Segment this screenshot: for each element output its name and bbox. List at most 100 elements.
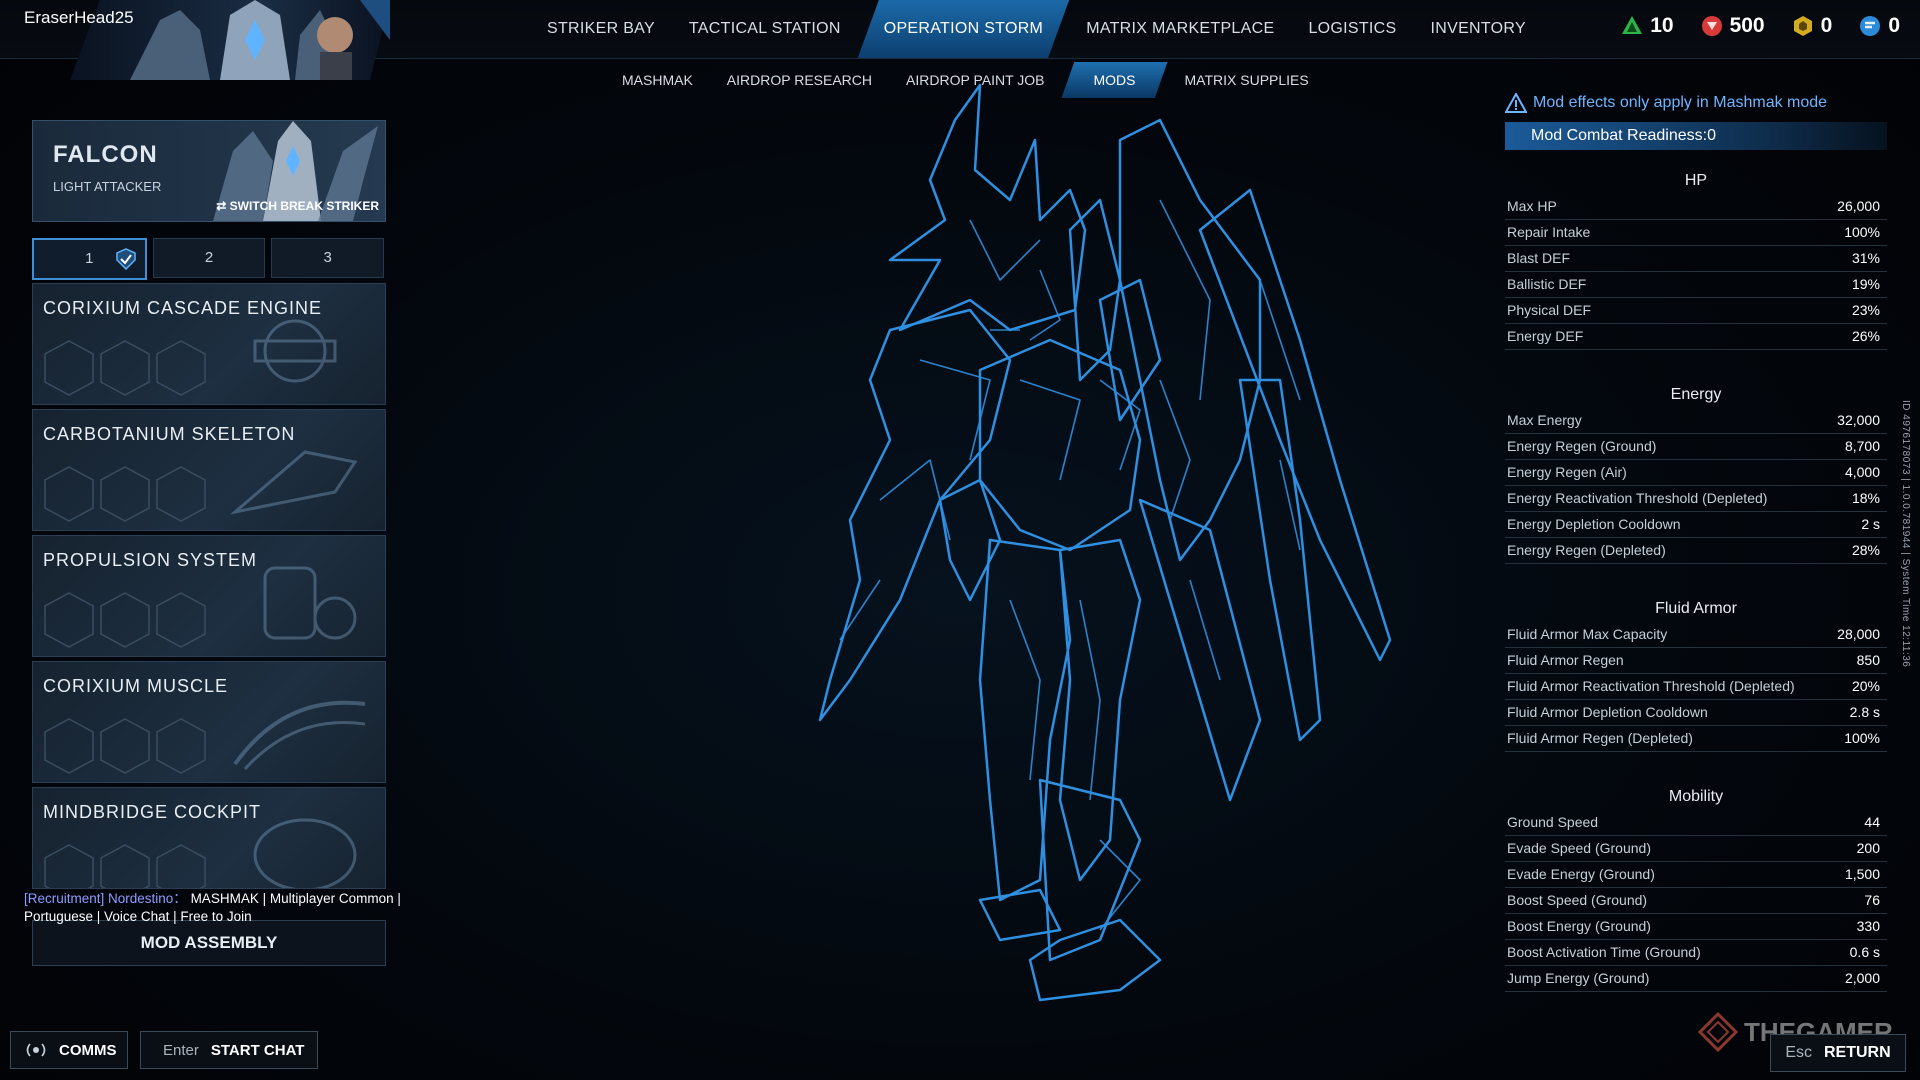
engine-part-icon <box>253 319 337 383</box>
empty-socket-icon[interactable] <box>99 591 151 649</box>
empty-socket-icon[interactable] <box>43 843 95 889</box>
stat-name: Ballistic DEF <box>1507 276 1587 292</box>
stat-name: Fluid Armor Regen (Depleted) <box>1507 730 1693 746</box>
chat-message-line1: MASHMAK | Multiplayer Common | <box>186 891 401 906</box>
stat-name: Fluid Armor Reactivation Threshold (Depl… <box>1507 678 1795 694</box>
empty-socket-icon[interactable] <box>155 591 207 649</box>
switch-arrows-icon: ⇄ <box>216 199 230 213</box>
broadcast-icon <box>26 1043 46 1057</box>
empty-socket-icon[interactable] <box>99 465 151 523</box>
stat-row: Energy Regen (Air) 4,000 <box>1505 460 1887 486</box>
stat-row: Jump Energy (Ground) 2,000 <box>1505 966 1887 992</box>
empty-socket-icon[interactable] <box>99 843 151 889</box>
stat-name: Fluid Armor Max Capacity <box>1507 626 1668 642</box>
stat-value: 2,000 <box>1844 970 1880 986</box>
empty-socket-icon[interactable] <box>155 339 207 397</box>
check-shield-icon <box>115 248 136 270</box>
stat-name: Jump Energy (Ground) <box>1507 970 1650 986</box>
stat-name: Fluid Armor Regen <box>1507 652 1624 668</box>
loadout-tab-label: 2 <box>204 249 214 266</box>
empty-socket-icon[interactable] <box>155 717 207 775</box>
empty-socket-icon[interactable] <box>99 339 151 397</box>
currency-gold-value: 0 <box>1820 14 1833 37</box>
stat-value: 32,000 <box>1837 412 1880 428</box>
stats-fluid-armor: Fluid Armor Fluid Armor Max Capacity 28,0… <box>1505 596 1887 752</box>
loadout-tab-3[interactable]: 3 <box>271 238 385 278</box>
stat-name: Boost Speed (Ground) <box>1507 892 1648 908</box>
tab-tactical-station[interactable]: TACTICAL STATION <box>672 0 858 58</box>
stat-row: Ballistic DEF 19% <box>1505 272 1887 298</box>
tab-matrix-marketplace[interactable]: MATRIX MARKETPLACE <box>1069 0 1291 58</box>
stat-value: 19% <box>1851 276 1880 292</box>
stat-row: Max HP 26,000 <box>1505 194 1887 220</box>
currency-gold[interactable]: 0 <box>1791 14 1833 38</box>
stat-row: Repair Intake 100% <box>1505 220 1887 246</box>
return-button[interactable]: Esc RETURN <box>1770 1034 1906 1072</box>
stat-name: Energy Reactivation Threshold (Depleted) <box>1507 490 1768 506</box>
stat-row: Energy DEF 26% <box>1505 324 1887 350</box>
mod-slot-propulsion[interactable]: PROPULSION SYSTEM <box>32 535 386 657</box>
currency-blue[interactable]: 0 <box>1858 14 1900 38</box>
tab-operation-storm[interactable]: OPERATION STORM <box>857 0 1070 58</box>
stat-name: Physical DEF <box>1507 302 1592 318</box>
stat-value: 1,500 <box>1844 866 1880 882</box>
mod-slot-muscle[interactable]: CORIXIUM MUSCLE <box>32 661 386 783</box>
currency-green-value: 10 <box>1650 14 1674 37</box>
mech-wireframe-model[interactable] <box>740 80 1400 1020</box>
red-emblem-icon <box>1701 16 1722 36</box>
loadout-tab-label: 1 <box>85 250 94 267</box>
stat-name: Boost Activation Time (Ground) <box>1507 944 1701 960</box>
empty-socket-icon[interactable] <box>43 339 95 397</box>
blue-token-icon <box>1860 16 1881 36</box>
empty-socket-icon[interactable] <box>155 465 207 523</box>
currency-green[interactable]: 10 <box>1620 14 1674 38</box>
stat-row: Fluid Armor Regen (Depleted) 100% <box>1505 726 1887 752</box>
stat-value: 44 <box>1864 814 1880 830</box>
muscle-part-icon <box>233 700 366 771</box>
stat-value: 100% <box>1844 730 1880 746</box>
stat-name: Max Energy <box>1507 412 1582 428</box>
subtab-mashmak[interactable]: MASHMAK <box>605 62 710 98</box>
chat-message-line2: Portuguese | Voice Chat | Free to Join <box>24 909 252 924</box>
green-crystal-icon <box>1622 16 1643 34</box>
stat-row: Evade Energy (Ground) 1,500 <box>1505 862 1887 888</box>
mod-slot-skeleton[interactable]: CARBOTANIUM SKELETON <box>32 409 386 531</box>
chat-message-sender[interactable]: [Recruitment] Nordestino： <box>24 891 187 906</box>
stat-value: 2.8 s <box>1849 704 1880 720</box>
stat-value: 4,000 <box>1844 464 1880 480</box>
loadout-tab-2[interactable]: 2 <box>152 238 266 278</box>
stat-row: Fluid Armor Depletion Cooldown 2.8 s <box>1505 700 1887 726</box>
mod-slot-cascade-engine[interactable]: CORIXIUM CASCADE ENGINE <box>32 283 386 405</box>
currency-red[interactable]: 500 <box>1700 14 1765 38</box>
mod-slot-cockpit[interactable]: MINDBRIDGE COCKPIT <box>32 787 386 889</box>
mech-outline <box>818 83 1392 1002</box>
stat-row: Energy Reactivation Threshold (Depleted)… <box>1505 486 1887 512</box>
striker-card[interactable]: FALCON LIGHT ATTACKER ⇄ SWITCH BREAK STR… <box>32 120 386 222</box>
empty-socket-icon[interactable] <box>43 465 95 523</box>
empty-socket-icon[interactable] <box>43 591 95 649</box>
thruster-part-icon <box>263 566 357 640</box>
stat-row: Max Energy 32,000 <box>1505 408 1887 434</box>
mod-mode-notice: Mod effects only apply in Mashmak mode <box>1505 93 1827 113</box>
empty-socket-icon[interactable] <box>99 717 151 775</box>
mod-assembly-button[interactable]: MOD ASSEMBLY <box>32 920 386 966</box>
player-name[interactable]: EraserHead25 <box>24 8 134 28</box>
stat-name: Energy Depletion Cooldown <box>1507 516 1681 532</box>
tab-striker-bay[interactable]: STRIKER BAY <box>530 0 672 58</box>
gold-cube-icon <box>1793 16 1812 36</box>
section-title: Energy <box>1670 386 1722 403</box>
switch-striker-button[interactable]: ⇄ SWITCH BREAK STRIKER <box>216 199 379 213</box>
empty-socket-icon[interactable] <box>155 843 207 889</box>
currency-blue-value: 0 <box>1888 14 1900 37</box>
stat-row: Fluid Armor Reactivation Threshold (Depl… <box>1505 674 1887 700</box>
stat-name: Evade Speed (Ground) <box>1507 840 1651 856</box>
start-chat-button[interactable]: Enter START CHAT <box>140 1031 318 1069</box>
tab-logistics[interactable]: LOGISTICS <box>1291 0 1413 58</box>
loadout-tab-1[interactable]: 1 <box>32 238 147 280</box>
striker-class: LIGHT ATTACKER <box>53 179 162 194</box>
empty-socket-icon[interactable] <box>43 717 95 775</box>
comms-button[interactable]: COMMS <box>10 1031 128 1069</box>
stat-value: 0.6 s <box>1849 944 1880 960</box>
tab-inventory[interactable]: INVENTORY <box>1414 0 1543 58</box>
section-title: HP <box>1684 172 1708 189</box>
